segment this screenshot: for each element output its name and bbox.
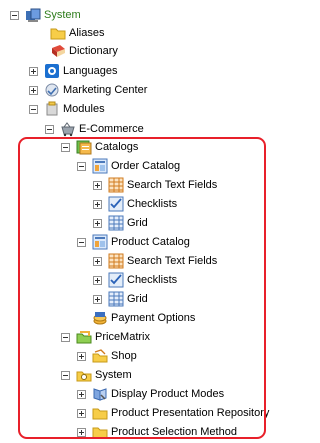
grid-fields-icon bbox=[108, 177, 124, 193]
tree-node-price-matrix[interactable]: PriceMatrix bbox=[61, 328, 150, 346]
grid-icon bbox=[108, 291, 124, 307]
expand-toggle[interactable] bbox=[77, 389, 86, 399]
tree-node-product-checklists[interactable]: Checklists bbox=[93, 271, 177, 289]
collapse-toggle[interactable] bbox=[29, 104, 38, 114]
shop-icon bbox=[92, 348, 108, 364]
tree-label: Aliases bbox=[69, 27, 105, 39]
tree-node-product-selection-method[interactable]: Product Selection Method bbox=[77, 423, 237, 441]
tree-label: System bbox=[44, 9, 81, 21]
tree-node-product-grid[interactable]: Grid bbox=[93, 290, 148, 308]
tree-label: Modules bbox=[63, 103, 105, 115]
expand-toggle[interactable] bbox=[93, 199, 102, 209]
tree-node-catalogs[interactable]: Catalogs bbox=[61, 138, 138, 156]
marketing-icon bbox=[44, 82, 60, 98]
price-matrix-icon bbox=[76, 329, 92, 345]
tree-label: Payment Options bbox=[111, 312, 196, 324]
collapse-toggle[interactable] bbox=[61, 142, 70, 152]
tree-label: Grid bbox=[127, 293, 148, 305]
system-icon bbox=[25, 7, 41, 23]
collapse-toggle[interactable] bbox=[77, 237, 86, 247]
tree-node-product-presentation-repository[interactable]: Product Presentation Repository bbox=[77, 404, 269, 422]
expand-toggle[interactable] bbox=[93, 218, 102, 228]
tree-label: Shop bbox=[111, 350, 137, 362]
collapse-toggle[interactable] bbox=[77, 161, 86, 171]
expand-toggle[interactable] bbox=[77, 351, 86, 361]
tree-label: Product Selection Method bbox=[111, 426, 237, 438]
tree-node-system-sub[interactable]: System bbox=[61, 366, 132, 384]
tree-node-display-product-modes[interactable]: Display Product Modes bbox=[77, 385, 224, 403]
expand-toggle[interactable] bbox=[93, 256, 102, 266]
expand-toggle[interactable] bbox=[77, 427, 86, 437]
tree-node-modules[interactable]: Modules bbox=[29, 100, 105, 118]
catalog-icon bbox=[92, 234, 108, 250]
folder-icon bbox=[50, 25, 66, 41]
catalog-icon bbox=[92, 158, 108, 174]
tree-label: Search Text Fields bbox=[127, 179, 218, 191]
content-tree: System Aliases Dictionary Languages Mark… bbox=[0, 0, 269, 443]
globe-icon bbox=[44, 63, 60, 79]
tree-label: Checklists bbox=[127, 274, 178, 286]
tree-label: Search Text Fields bbox=[127, 255, 218, 267]
system-folder-icon bbox=[76, 367, 92, 383]
tree-label: Languages bbox=[63, 65, 118, 77]
modules-icon bbox=[44, 101, 60, 117]
collapse-toggle[interactable] bbox=[10, 10, 19, 20]
tree-node-product-search-text-fields[interactable]: Search Text Fields bbox=[93, 252, 217, 270]
expand-toggle[interactable] bbox=[93, 294, 102, 304]
tree-node-dictionary[interactable]: Dictionary bbox=[50, 42, 118, 60]
payment-icon bbox=[92, 310, 108, 326]
tree-label: Marketing Center bbox=[63, 84, 148, 96]
book-icon bbox=[50, 43, 66, 59]
tree-node-order-checklists[interactable]: Checklists bbox=[93, 195, 177, 213]
ecommerce-icon bbox=[60, 121, 76, 137]
tree-node-order-catalog[interactable]: Order Catalog bbox=[77, 157, 180, 175]
grid-icon bbox=[108, 215, 124, 231]
folder-icon bbox=[92, 424, 108, 440]
checklist-icon bbox=[108, 196, 124, 212]
collapse-toggle[interactable] bbox=[61, 370, 70, 380]
collapse-toggle[interactable] bbox=[61, 332, 70, 342]
catalogs-icon bbox=[76, 139, 92, 155]
expand-toggle[interactable] bbox=[29, 85, 38, 95]
collapse-toggle[interactable] bbox=[45, 124, 54, 134]
tree-label: Display Product Modes bbox=[111, 388, 225, 400]
tree-node-aliases[interactable]: Aliases bbox=[50, 24, 104, 42]
tree-label: System bbox=[95, 369, 132, 381]
grid-fields-icon bbox=[108, 253, 124, 269]
expand-toggle[interactable] bbox=[93, 180, 102, 190]
tree-node-payment-options[interactable]: Payment Options bbox=[92, 309, 195, 327]
tree-node-order-search-text-fields[interactable]: Search Text Fields bbox=[93, 176, 217, 194]
tree-label: PriceMatrix bbox=[95, 331, 151, 343]
tree-node-languages[interactable]: Languages bbox=[29, 62, 117, 80]
tree-label: E-Commerce bbox=[79, 123, 144, 135]
tree-node-shop[interactable]: Shop bbox=[77, 347, 137, 365]
tree-label: Grid bbox=[127, 217, 148, 229]
tree-label: Catalogs bbox=[95, 141, 139, 153]
tree-node-system-root[interactable]: System bbox=[10, 6, 81, 24]
tree-node-order-grid[interactable]: Grid bbox=[93, 214, 148, 232]
tree-node-product-catalog[interactable]: Product Catalog bbox=[77, 233, 190, 251]
tree-label: Checklists bbox=[127, 198, 178, 210]
tree-label: Dictionary bbox=[69, 45, 118, 57]
expand-toggle[interactable] bbox=[93, 275, 102, 285]
checklist-icon bbox=[108, 272, 124, 288]
tree-node-marketing-center[interactable]: Marketing Center bbox=[29, 81, 147, 99]
expand-toggle[interactable] bbox=[29, 66, 38, 76]
expand-toggle[interactable] bbox=[77, 408, 86, 418]
folder-icon bbox=[92, 405, 108, 421]
tree-node-ecommerce[interactable]: E-Commerce bbox=[45, 120, 144, 138]
tree-label: Product Presentation Repository bbox=[111, 407, 270, 419]
display-modes-icon bbox=[92, 386, 108, 402]
tree-label: Product Catalog bbox=[111, 236, 190, 248]
tree-label: Order Catalog bbox=[111, 160, 181, 172]
